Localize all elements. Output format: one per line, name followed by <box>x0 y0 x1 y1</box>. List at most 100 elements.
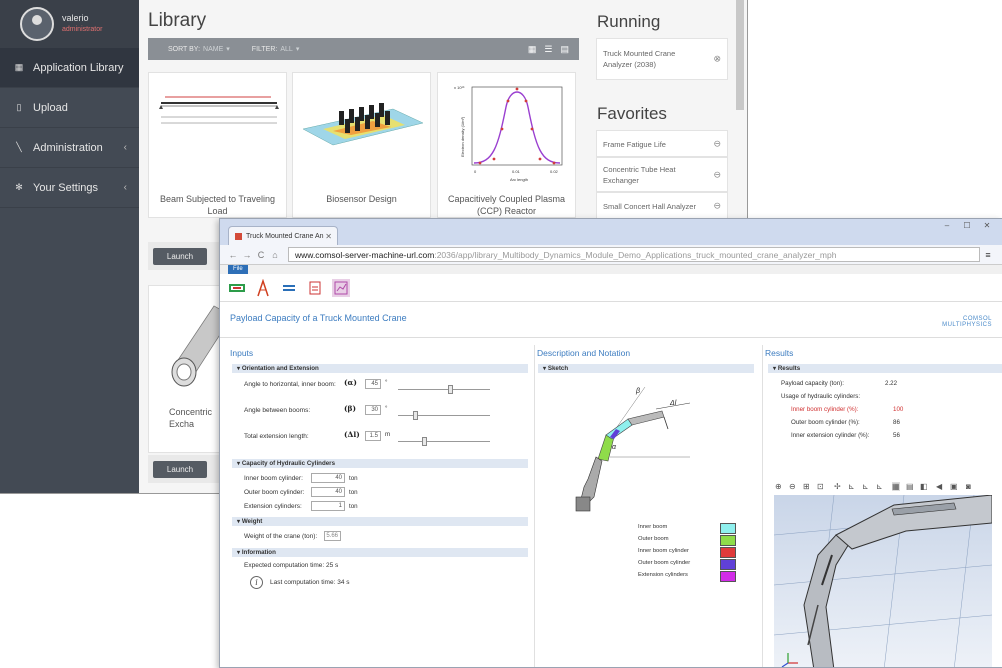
chevron-left-icon: ‹ <box>123 182 127 193</box>
capacity-section[interactable]: ▾ Capacity of Hydraulic Cylinders <box>232 459 528 468</box>
biosensor-thumbnail <box>302 103 424 146</box>
unit-label: ton <box>349 475 358 482</box>
slider-thumb[interactable] <box>413 411 418 420</box>
app-card-biosensor[interactable]: Biosensor Design <box>292 72 431 218</box>
scrollbar[interactable] <box>736 0 744 110</box>
user-role: administrator <box>62 26 103 33</box>
angle-between-slider[interactable] <box>398 411 490 420</box>
view-xy-icon[interactable]: ⊾ <box>848 482 855 491</box>
sidebar: valerio administrator ▦ Application Libr… <box>0 0 139 493</box>
view-yz-icon[interactable]: ⊾ <box>862 482 869 491</box>
angle-between-field[interactable]: 30 <box>365 405 381 415</box>
sidebar-item-label: Upload <box>33 101 68 114</box>
grid-icon: ▦ <box>14 62 24 72</box>
equals-icon[interactable] <box>280 279 298 297</box>
wrench-icon: ╲ <box>16 142 22 152</box>
legend-label: Outer boom cylinder <box>638 560 691 566</box>
sidebar-item-application-library[interactable]: ▦ Application Library <box>0 48 139 88</box>
zoom-extents-icon[interactable]: ⊡ <box>817 482 824 491</box>
scene-light-icon[interactable]: ◀ <box>936 482 942 491</box>
remove-circle-icon[interactable]: ⊖ <box>713 200 721 211</box>
remove-circle-icon[interactable]: ⊖ <box>713 138 721 149</box>
favorites-title: Favorites <box>597 104 667 123</box>
close-icon[interactable]: ✕ <box>325 232 332 241</box>
outer-cyl-label: Outer boom cylinder: <box>244 489 305 496</box>
sidebar-item-your-settings[interactable]: ✻ Your Settings ‹ <box>0 168 139 208</box>
weight-section[interactable]: ▾ Weight <box>232 517 528 526</box>
wireframe-icon[interactable]: ▦ <box>892 482 900 491</box>
report-icon[interactable] <box>306 279 324 297</box>
compact-view-icon[interactable]: ▤ <box>560 44 569 55</box>
filter-dropdown[interactable]: ALL <box>280 46 292 53</box>
reset-view-icon[interactable]: ▣ <box>950 482 958 491</box>
browser-tab[interactable]: Truck Mounted Crane An ✕ <box>228 226 338 245</box>
minimize-icon[interactable]: – <box>938 221 956 233</box>
results-section[interactable]: ▾ Results <box>768 364 1002 373</box>
caret-down-icon: ▾ <box>295 46 300 53</box>
back-icon[interactable]: ← <box>226 250 240 260</box>
inner-cyl-field[interactable]: 40 <box>311 473 345 483</box>
tab-title: Truck Mounted Crane An <box>246 232 324 240</box>
maximize-icon[interactable]: ☐ <box>958 221 976 233</box>
view-zx-icon[interactable]: ⊾ <box>876 482 883 491</box>
close-circle-icon[interactable]: ⊗ <box>713 54 721 65</box>
app-card-beam[interactable]: Beam Subjected to Traveling Load <box>148 72 287 218</box>
zoom-box-icon[interactable]: ⊞ <box>803 482 810 491</box>
sketch-section[interactable]: ▾ Sketch <box>538 364 754 373</box>
launch-button[interactable]: Launch <box>153 248 207 265</box>
app-card-ccp-reactor[interactable]: x 10¹⁶ 0 0.01 0.02 Arc length Electron d… <box>437 72 576 218</box>
remove-circle-icon[interactable]: ⊖ <box>713 169 721 180</box>
compute-icon[interactable] <box>228 279 246 297</box>
extension-length-field[interactable]: 1.5 <box>365 431 381 441</box>
extension-cyl-field[interactable]: 1 <box>311 501 345 511</box>
plasma-plot-thumbnail: x 10¹⁶ 0 0.01 0.02 Arc length Electron d… <box>454 85 563 182</box>
sort-label: SORT BY: <box>168 45 201 53</box>
geometry-icon[interactable] <box>254 278 272 297</box>
sort-dropdown[interactable]: NAME <box>203 46 223 53</box>
orientation-section[interactable]: ▾ Orientation and Extension <box>232 364 528 373</box>
zoom-in-icon[interactable]: ⊕ <box>775 482 782 491</box>
beta-sketch-label: β <box>635 388 640 395</box>
inner-cyl-label: Inner boom cylinder: <box>244 475 303 482</box>
favorite-item[interactable]: Frame Fatigue Life ⊖ <box>596 130 728 157</box>
forward-icon[interactable]: → <box>240 250 254 260</box>
outer-cyl-field[interactable]: 40 <box>311 487 345 497</box>
angle-inner-slider[interactable] <box>398 385 490 394</box>
legend-swatch <box>720 523 736 534</box>
avatar[interactable] <box>20 7 54 41</box>
home-icon[interactable]: ⌂ <box>268 250 282 260</box>
legend-swatch <box>720 559 736 570</box>
reload-icon[interactable]: C <box>254 250 268 260</box>
angle-between-label: Angle between booms: <box>244 407 311 414</box>
zoom-out-icon[interactable]: ⊖ <box>789 482 796 491</box>
filter-bar: SORT BY: NAME ▾ FILTER: ALL ▾ ▦ ☰ ▤ <box>148 38 579 60</box>
sidebar-item-administration[interactable]: ╲ Administration ‹ <box>0 128 139 168</box>
menu-icon[interactable]: ≡ <box>980 250 996 260</box>
plasma-xtick: 0 <box>474 169 477 174</box>
rotate-icon[interactable]: ✢ <box>834 482 841 491</box>
list-view-icon[interactable]: ☰ <box>544 44 552 55</box>
close-window-icon[interactable]: ✕ <box>978 221 996 233</box>
favorite-item[interactable]: Small Concert Hall Analyzer ⊖ <box>596 192 728 219</box>
address-bar[interactable]: www.comsol-server-machine-url.com:2036/a… <box>288 247 980 262</box>
screenshot-icon[interactable]: ◙ <box>966 482 971 491</box>
file-menu[interactable]: File <box>228 265 248 274</box>
unit-label: ° <box>385 379 388 386</box>
sidebar-item-upload[interactable]: ▯ Upload <box>0 88 139 128</box>
information-section[interactable]: ▾ Information <box>232 548 528 557</box>
plot-icon[interactable] <box>332 278 350 297</box>
slider-thumb[interactable] <box>448 385 453 394</box>
grid-toggle-icon[interactable]: ▤ <box>906 482 914 491</box>
plasma-xtick: 0.02 <box>550 169 559 174</box>
slider-thumb[interactable] <box>422 437 427 446</box>
favorite-item-label: Small Concert Hall Analyzer <box>603 202 696 211</box>
launch-button[interactable]: Launch <box>153 461 207 478</box>
grid-view-icon[interactable]: ▦ <box>528 44 537 55</box>
angle-inner-field[interactable]: 45 <box>365 379 381 389</box>
transparency-icon[interactable]: ◧ <box>920 482 928 491</box>
payload-value: 2.22 <box>885 380 898 387</box>
favorite-item[interactable]: Concentric Tube Heat Exchanger ⊖ <box>596 157 728 192</box>
extension-length-slider[interactable] <box>398 437 490 446</box>
running-item[interactable]: Truck Mounted Crane Analyzer (2038) ⊗ <box>596 38 728 80</box>
graphics-3d-view[interactable] <box>774 495 992 668</box>
